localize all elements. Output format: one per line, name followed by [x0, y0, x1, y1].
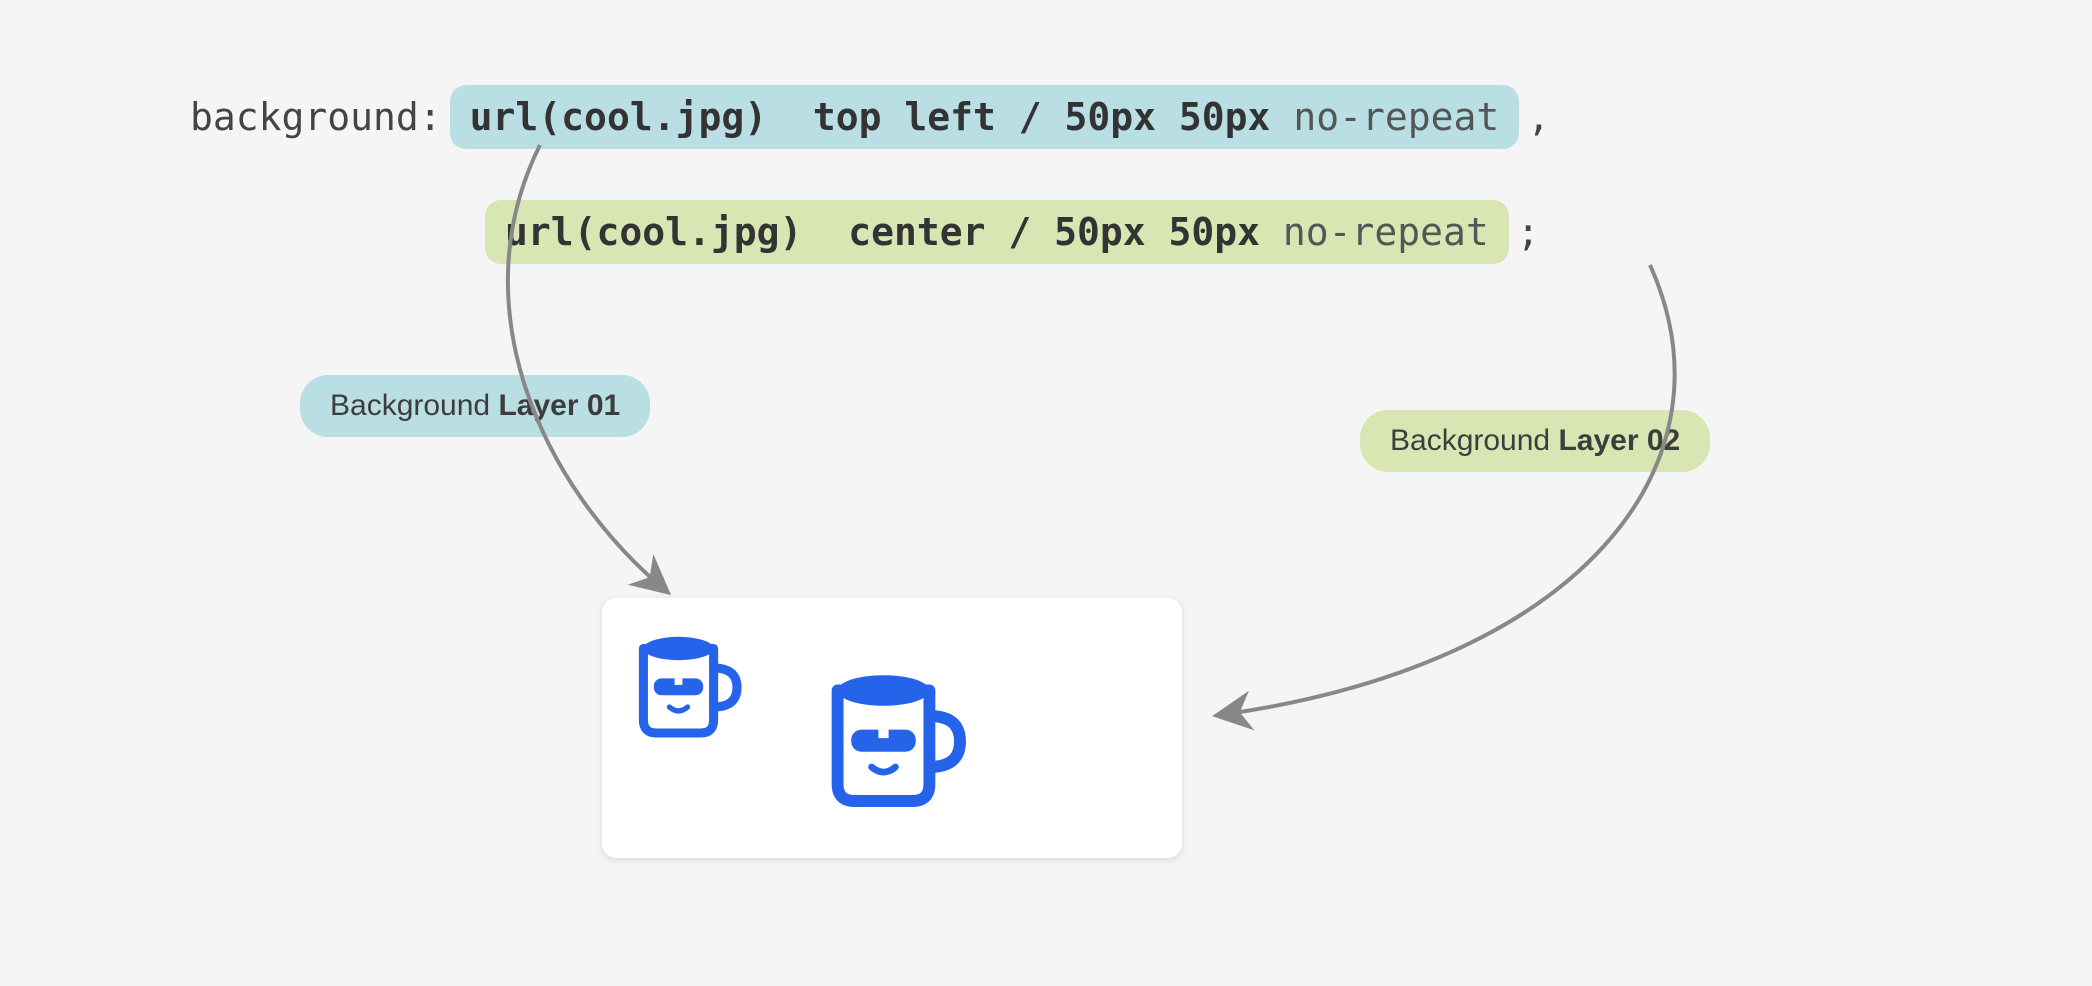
layer1-url: url(cool.jpg)	[470, 95, 767, 139]
diagram-container: background: url(cool.jpg) top left / 50p…	[0, 0, 2092, 986]
layer2-position: center / 50px 50px	[848, 210, 1260, 254]
layer1-position: top left / 50px 50px	[813, 95, 1271, 139]
code-line-1: background: url(cool.jpg) top left / 50p…	[190, 85, 1550, 149]
preview-box	[602, 598, 1182, 858]
layer2-repeat: no-repeat	[1283, 210, 1489, 254]
mug-top-left-icon	[620, 616, 750, 746]
layer2-terminator: ;	[1517, 210, 1540, 254]
css-property: background:	[190, 95, 442, 139]
layer1-terminator: ,	[1527, 95, 1550, 139]
arrow-layer1	[480, 145, 780, 625]
layer1-label-prefix: Background	[330, 389, 498, 422]
arrow-layer2	[1180, 265, 1780, 765]
layer1-repeat: no-repeat	[1293, 95, 1499, 139]
layer1-highlight: url(cool.jpg) top left / 50px 50px no-re…	[450, 85, 1520, 149]
mug-center-icon	[807, 648, 977, 818]
